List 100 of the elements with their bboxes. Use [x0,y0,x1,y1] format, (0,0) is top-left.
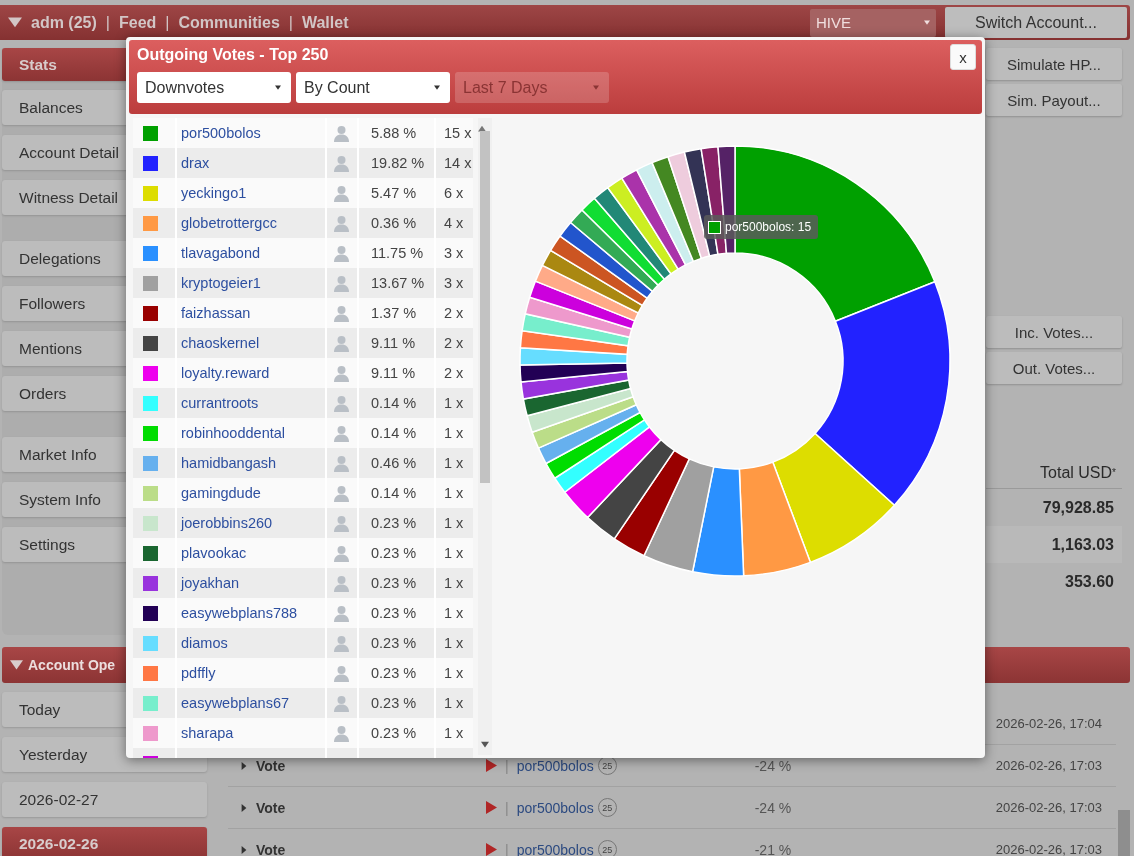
list-row[interactable]: loyalty.reward 9.11 % 2 x [133,358,474,388]
sidebar-item[interactable]: 2026-02-26 [2,827,207,856]
chart-slice[interactable] [531,396,637,449]
operation-type: Vote [256,799,287,816]
list-row[interactable]: diamos 0.23 % 1 x [133,628,474,658]
chart-slice[interactable] [541,249,644,314]
scrollbar-thumb[interactable] [480,131,491,483]
list-row[interactable]: kryptogeier1 13.67 % 3 x [133,268,474,298]
action-button[interactable]: Simulate HP... [986,48,1122,80]
chart-slice[interactable] [643,458,715,573]
percent-value: 0.23 % [371,695,417,711]
list-row[interactable]: easywebplans788 0.23 % 1 x [133,598,474,628]
user-icon [333,454,350,472]
user-link[interactable]: por500bolos [516,757,594,774]
scrollbar[interactable] [478,118,492,755]
account-link[interactable]: easywebplans788 [181,605,298,621]
chart-slice[interactable] [667,151,711,260]
vote-count: 2 x [444,365,464,381]
chart-slice[interactable] [772,432,896,564]
chart-slice[interactable] [569,209,659,293]
close-button[interactable]: x [950,44,976,70]
chart-slice[interactable] [559,221,654,299]
list-row[interactable]: hamidbangash 0.46 % 1 x [133,448,474,478]
account-link[interactable]: globetrottergcc [181,215,277,231]
user-icon [333,394,350,412]
list-row[interactable]: joyakhan 0.23 % 1 x [133,568,474,598]
switch-account-button[interactable]: Switch Account... [945,7,1127,38]
percent-value: 0.23 % [371,545,417,561]
section-title: Account Ope [28,657,116,673]
chart-slice[interactable] [526,387,634,433]
list-row[interactable]: yeckingo1 5.47 % 6 x [133,178,474,208]
vote-count: 6 x [444,185,464,201]
chart-slice[interactable] [522,379,632,417]
separator: | [165,13,170,32]
chart-slice[interactable] [554,419,651,493]
user-icon [333,544,350,562]
chart-slice[interactable] [519,347,628,366]
play-icon [486,801,497,814]
caret-icon [593,84,599,91]
nav-link[interactable]: Feed [118,13,157,32]
vote-count: 14 x [444,155,472,171]
chart-slice[interactable] [545,411,646,479]
chart-slice[interactable] [581,197,666,286]
user-icon [333,724,350,742]
chain-select[interactable]: HIVE [810,8,936,37]
list-row[interactable]: por500bolos 5.88 % 15 x [133,118,474,148]
account-link[interactable]: joyakhan [181,575,240,591]
filter-select[interactable]: By Count [296,72,450,103]
caret-icon [924,19,930,26]
vote-count: 1 x [444,695,464,711]
list-row[interactable]: easywebplans67 0.23 % 1 x [133,688,474,718]
user-icon [333,244,350,262]
nav-link[interactable]: Communities [178,13,280,32]
percent-value: 9.11 % [371,365,416,381]
caret-icon [434,84,440,91]
account-link[interactable]: drax [181,155,210,171]
vote-count: 15 x [444,125,472,141]
chart-slice[interactable] [520,370,630,400]
list-row[interactable]: pdffly 0.23 % 1 x [133,658,474,688]
list-row[interactable]: sharapa 0.23 % 1 x [133,718,474,748]
user-icon [333,214,350,232]
vote-weight: -24 % [754,757,793,774]
filter-select[interactable]: Downvotes [137,72,291,103]
user-icon [333,124,350,142]
user-link[interactable]: por500bolos [516,799,594,816]
vote-count: 1 x [444,605,464,621]
list-row[interactable]: gamingdude 0.14 % 1 x [133,478,474,508]
scrollbar[interactable] [1118,810,1130,856]
chart-slice[interactable] [814,281,951,507]
timestamp: 2026-02-26, 17:04 [995,716,1103,731]
list-row[interactable]: robinhooddental 0.14 % 1 x [133,418,474,448]
action-button[interactable]: Out. Votes... [986,352,1122,384]
chart-slice[interactable] [549,235,648,307]
percent-value: 0.23 % [371,665,417,681]
table-cell-text: 79,928.85 [1041,497,1115,518]
chart-slice[interactable] [613,449,690,557]
list-row[interactable]: faizhassan 1.37 % 2 x [133,298,474,328]
chart-slice[interactable] [563,426,662,519]
action-button[interactable]: Inc. Votes... [986,316,1122,348]
account-link[interactable]: adm (25) [31,13,97,32]
list-row[interactable]: plavookac 0.23 % 1 x [133,538,474,568]
action-button[interactable]: Sim. Payout... [986,84,1122,116]
user-icon [333,364,350,382]
chart-slice[interactable] [586,438,676,540]
list-row[interactable]: currantroots 0.14 % 1 x [133,388,474,418]
caret-icon [275,84,281,91]
vote-count: 3 x [444,275,464,291]
list-row[interactable]: chaoskernel 9.11 % 2 x [133,328,474,358]
sidebar-item[interactable]: 2026-02-27 [2,782,207,817]
list-row[interactable]: globetrottergcc 0.36 % 4 x [133,208,474,238]
timestamp: 2026-02-26, 17:03 [995,758,1103,773]
list-row[interactable]: tlavagabond 11.75 % 3 x [133,238,474,268]
vote-count: 1 x [444,485,464,501]
list-row[interactable]: drax 19.82 % 14 x [133,148,474,178]
vote-count: 1 x [444,395,464,411]
chart-slice[interactable] [519,362,629,383]
chart-slice[interactable] [593,186,672,280]
nav-link[interactable]: Wallet [301,13,349,32]
tooltip-label: por500bolos: 15 [725,220,812,234]
list-row[interactable]: joerobbins260 0.23 % 1 x [133,508,474,538]
